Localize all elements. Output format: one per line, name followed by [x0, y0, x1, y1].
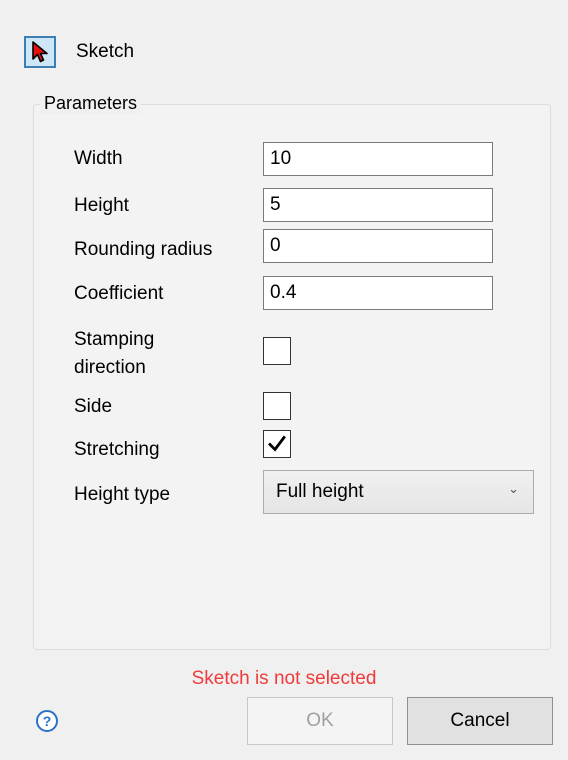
rounding-radius-field[interactable] — [263, 229, 493, 263]
checkmark-icon — [268, 435, 286, 452]
height-label: Height — [74, 195, 129, 216]
sketch-label: Sketch — [76, 41, 135, 62]
height-field[interactable] — [263, 188, 493, 222]
cancel-button[interactable]: Cancel — [407, 697, 553, 745]
side-checkbox[interactable] — [263, 392, 291, 420]
stretching-checkbox[interactable] — [263, 430, 291, 458]
rounding-radius-label: Rounding radius — [74, 239, 213, 260]
sketch-select-button[interactable] — [24, 36, 56, 68]
coefficient-label: Coefficient — [74, 283, 164, 304]
cursor-arrow-icon — [32, 41, 48, 63]
parameters-legend: Parameters — [40, 93, 142, 114]
height-type-selected: Full height — [276, 481, 364, 502]
stamping-direction-checkbox[interactable] — [263, 337, 291, 365]
stamping-direction-label-line1: Stamping — [74, 329, 155, 350]
side-label: Side — [74, 396, 113, 417]
height-type-dropdown[interactable]: Full height ⌄ — [263, 470, 534, 514]
help-icon[interactable]: ? — [36, 710, 58, 732]
status-message: Sketch is not selected — [191, 668, 377, 689]
coefficient-field[interactable] — [263, 276, 493, 310]
stamping-direction-label-line2: direction — [74, 357, 146, 378]
height-type-label: Height type — [74, 484, 171, 505]
sketch-selector-row: Sketch — [24, 34, 134, 70]
ok-button[interactable]: OK — [247, 697, 393, 745]
width-field[interactable] — [263, 142, 493, 176]
stretching-label: Stretching — [74, 439, 160, 460]
chevron-down-icon: ⌄ — [508, 481, 519, 496]
width-label: Width — [74, 148, 123, 169]
